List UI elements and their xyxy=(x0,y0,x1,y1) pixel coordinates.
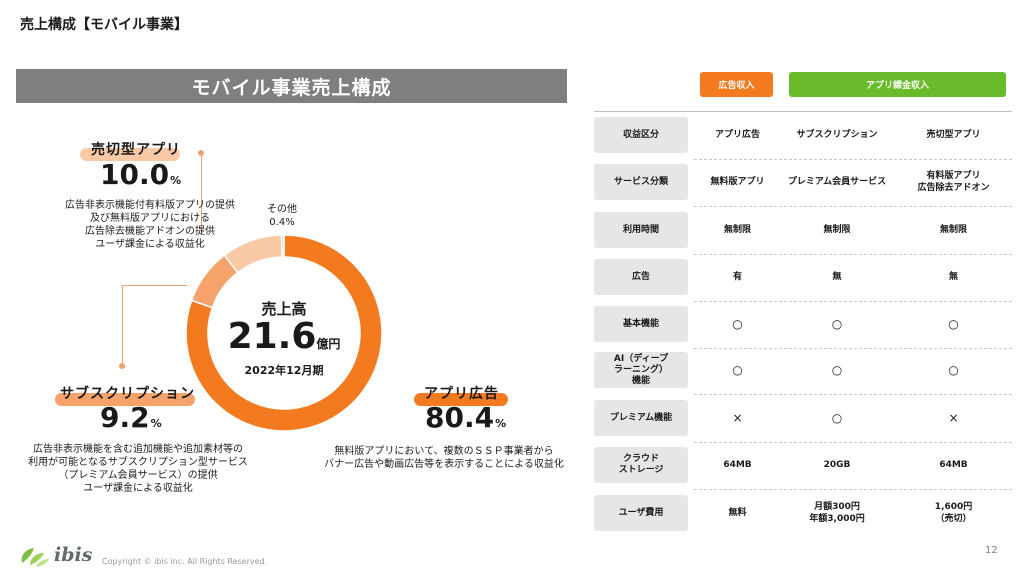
table-cell: × xyxy=(732,411,743,425)
urikiri-description-line: 及び無料版アプリにおける xyxy=(90,213,210,224)
other-percent-unit: % xyxy=(285,217,295,228)
row-divider xyxy=(694,489,1012,490)
table-cell: 売切型アプリ xyxy=(926,130,981,140)
table-row-label: 広告 xyxy=(594,259,688,295)
table-row-label-text: AI（ディープ ラーニング） 機能 xyxy=(613,353,669,386)
subscription-description-line: ユーザ課金による収益化 xyxy=(83,483,193,494)
table-cell: ○ xyxy=(831,363,843,377)
urikiri-description: 広告非表示機能付有料版アプリの提供 及び無料版アプリにおける 広告除去機能アドオ… xyxy=(52,199,248,251)
table-row-label: ユーザ費用 xyxy=(594,495,688,531)
table-cell: 無 xyxy=(832,272,842,282)
urikiri-percent: 10.0% xyxy=(100,158,181,191)
table-cell: 64MB xyxy=(939,460,968,470)
table-cell: 有料版アプリ 広告除去アドオン xyxy=(917,171,990,193)
table-cell: プレミアム会員サービス xyxy=(787,177,887,187)
legend-ad-revenue: 広告収入 xyxy=(700,72,773,97)
other-name: その他 xyxy=(267,204,297,215)
table-cell: ○ xyxy=(732,363,743,377)
other-label: その他 0.4% xyxy=(256,203,308,229)
table-cell: × xyxy=(948,411,959,425)
other-percent-number: 0.4 xyxy=(269,217,286,228)
table-top-rule xyxy=(594,111,1012,112)
app-ad-description: 無料版アプリにおいて、複数のＳＳＰ事業者から バナー広告や動画広告等を表示するこ… xyxy=(306,445,582,471)
subscription-description-line: （プレミアム会員サービス）の提供 xyxy=(58,470,218,481)
company-logo: ibis xyxy=(16,543,92,569)
table-row-label-text: 広告 xyxy=(631,271,650,282)
table-cell: 無料版アプリ xyxy=(710,177,765,187)
table-cell: 無制限 xyxy=(939,225,967,235)
app-ad-name: アプリ広告 xyxy=(424,386,499,402)
table-row-label: 収益区分 xyxy=(594,117,688,153)
subscription-description-line: 広告非表示機能を含む追加機能や追加素材等の xyxy=(33,444,243,455)
table-cell: 無制限 xyxy=(823,225,851,235)
table-row-label: 基本機能 xyxy=(594,306,688,342)
leader-dot-subscription xyxy=(119,363,125,369)
row-divider xyxy=(694,301,1012,302)
table-row-label: プレミアム機能 xyxy=(594,400,688,436)
table-cell: ○ xyxy=(831,317,843,331)
leader-line-subscription-h xyxy=(122,285,187,286)
subscription-description: 広告非表示機能を含む追加機能や追加素材等の 利用が可能となるサブスクリプション型… xyxy=(8,443,268,495)
table-cell: ○ xyxy=(831,411,843,425)
subscription-description-line: 利用が可能となるサブスクリプション型サービス xyxy=(28,457,248,468)
table-cell: 20GB xyxy=(823,460,851,470)
table-cell: 無料 xyxy=(728,508,747,518)
center-value: 21.6億円 xyxy=(214,316,354,357)
table-row-label-text: ユーザ費用 xyxy=(618,507,664,518)
row-divider xyxy=(694,348,1012,349)
table-row-label: 利用時間 xyxy=(594,212,688,248)
app-ad-percent-number: 80.4 xyxy=(425,401,495,434)
subscription-name: サブスクリプション xyxy=(60,386,195,402)
table-row-label: クラウド ストレージ xyxy=(594,447,688,483)
urikiri-percent-unit: % xyxy=(170,174,182,187)
table-cell: 1,600円 （売切） xyxy=(934,502,973,524)
table-row-label: サービス分類 xyxy=(594,164,688,200)
urikiri-description-line: 広告非表示機能付有料版アプリの提供 xyxy=(65,200,235,211)
table-cell: ○ xyxy=(732,317,743,331)
logo-text: ibis xyxy=(54,544,93,566)
app-ad-description-line: バナー広告や動画広告等を表示することによる収益化 xyxy=(324,459,564,470)
page-number: 12 xyxy=(985,545,998,556)
leaf-icon xyxy=(21,548,49,567)
app-ad-percent-unit: % xyxy=(495,417,507,430)
table-cell: 無 xyxy=(948,272,958,282)
donut-slice-3 xyxy=(280,234,285,258)
table-cell: ○ xyxy=(948,363,959,377)
copyright: Copyright © ibis inc. All Rights Reserve… xyxy=(102,557,268,566)
table-row-label-text: 利用時間 xyxy=(622,224,659,235)
leader-line-subscription-v xyxy=(122,285,123,365)
table-cell: 月額300円 年額3,000円 xyxy=(809,502,865,524)
subscription-percent: 9.2% xyxy=(100,401,162,434)
subscription-percent-unit: % xyxy=(150,417,162,430)
table-cell: サブスクリプション xyxy=(796,130,878,140)
table-cell: 有 xyxy=(732,272,742,282)
row-divider xyxy=(694,159,1012,160)
table-row-label-text: クラウド ストレージ xyxy=(618,454,664,475)
center-value-number: 21.6 xyxy=(227,316,317,357)
urikiri-description-line: ユーザ課金による収益化 xyxy=(95,239,205,250)
table-row-label-text: 収益区分 xyxy=(622,129,659,140)
subscription-percent-number: 9.2 xyxy=(100,401,150,434)
row-divider xyxy=(694,206,1012,207)
app-ad-description-line: 無料版アプリにおいて、複数のＳＳＰ事業者から xyxy=(334,446,554,457)
table-row-label: AI（ディープ ラーニング） 機能 xyxy=(594,352,688,388)
center-value-unit: 億円 xyxy=(316,337,341,351)
urikiri-name: 売切型アプリ xyxy=(91,142,181,158)
row-divider xyxy=(694,394,1012,395)
row-divider xyxy=(694,442,1012,443)
table-row-label-text: プレミアム機能 xyxy=(609,412,673,423)
table-cell: 無制限 xyxy=(723,225,751,235)
table-row-label-text: 基本機能 xyxy=(622,318,659,329)
table-cell: アプリ広告 xyxy=(714,130,760,140)
center-period: 2022年12月期 xyxy=(244,364,324,377)
row-divider xyxy=(694,254,1012,255)
table-row-label-text: サービス分類 xyxy=(613,176,668,187)
app-ad-percent: 80.4% xyxy=(425,401,506,434)
legend-app-revenue: アプリ課金収入 xyxy=(789,72,1006,97)
urikiri-percent-number: 10.0 xyxy=(100,158,170,191)
urikiri-description-line: 広告除去機能アドオンの提供 xyxy=(85,226,215,237)
table-cell: ○ xyxy=(948,317,959,331)
table-cell: 64MB xyxy=(723,460,752,470)
leader-dot-urikiri xyxy=(198,150,204,156)
